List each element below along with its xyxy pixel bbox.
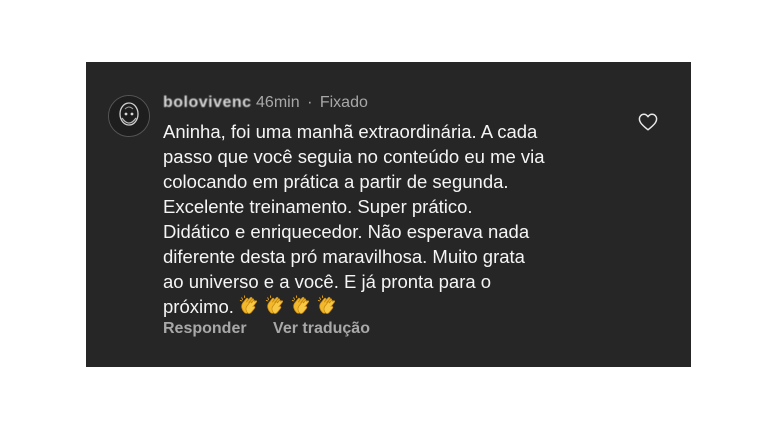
clapping-hands-emoji-row: [238, 294, 342, 319]
username[interactable]: bolovivenc: [163, 94, 252, 111]
clapping-hands-icon: [316, 295, 338, 317]
comment-meta: bolovivenc 46min · Fixado: [163, 94, 368, 112]
comment-actions: Responder Ver tradução: [163, 320, 392, 338]
translate-button[interactable]: Ver tradução: [273, 320, 370, 337]
comment-time: 46min: [256, 94, 300, 111]
comment-text-block: Aninha, foi uma manhã extraordinária. A …: [163, 119, 633, 319]
comment-card: bolovivenc 46min · Fixado Aninha, foi um…: [86, 62, 691, 367]
clapping-hands-icon: [290, 295, 312, 317]
pinned-label: Fixado: [319, 94, 368, 111]
reply-button[interactable]: Responder: [163, 320, 247, 337]
clapping-hands-icon: [264, 295, 286, 317]
heart-outline-icon[interactable]: [638, 113, 658, 131]
clapping-hands-icon: [238, 295, 260, 317]
comment-text: Aninha, foi uma manhã extraordinária. A …: [163, 121, 545, 317]
meta-separator: ·: [307, 94, 313, 111]
avatar[interactable]: [108, 95, 150, 137]
